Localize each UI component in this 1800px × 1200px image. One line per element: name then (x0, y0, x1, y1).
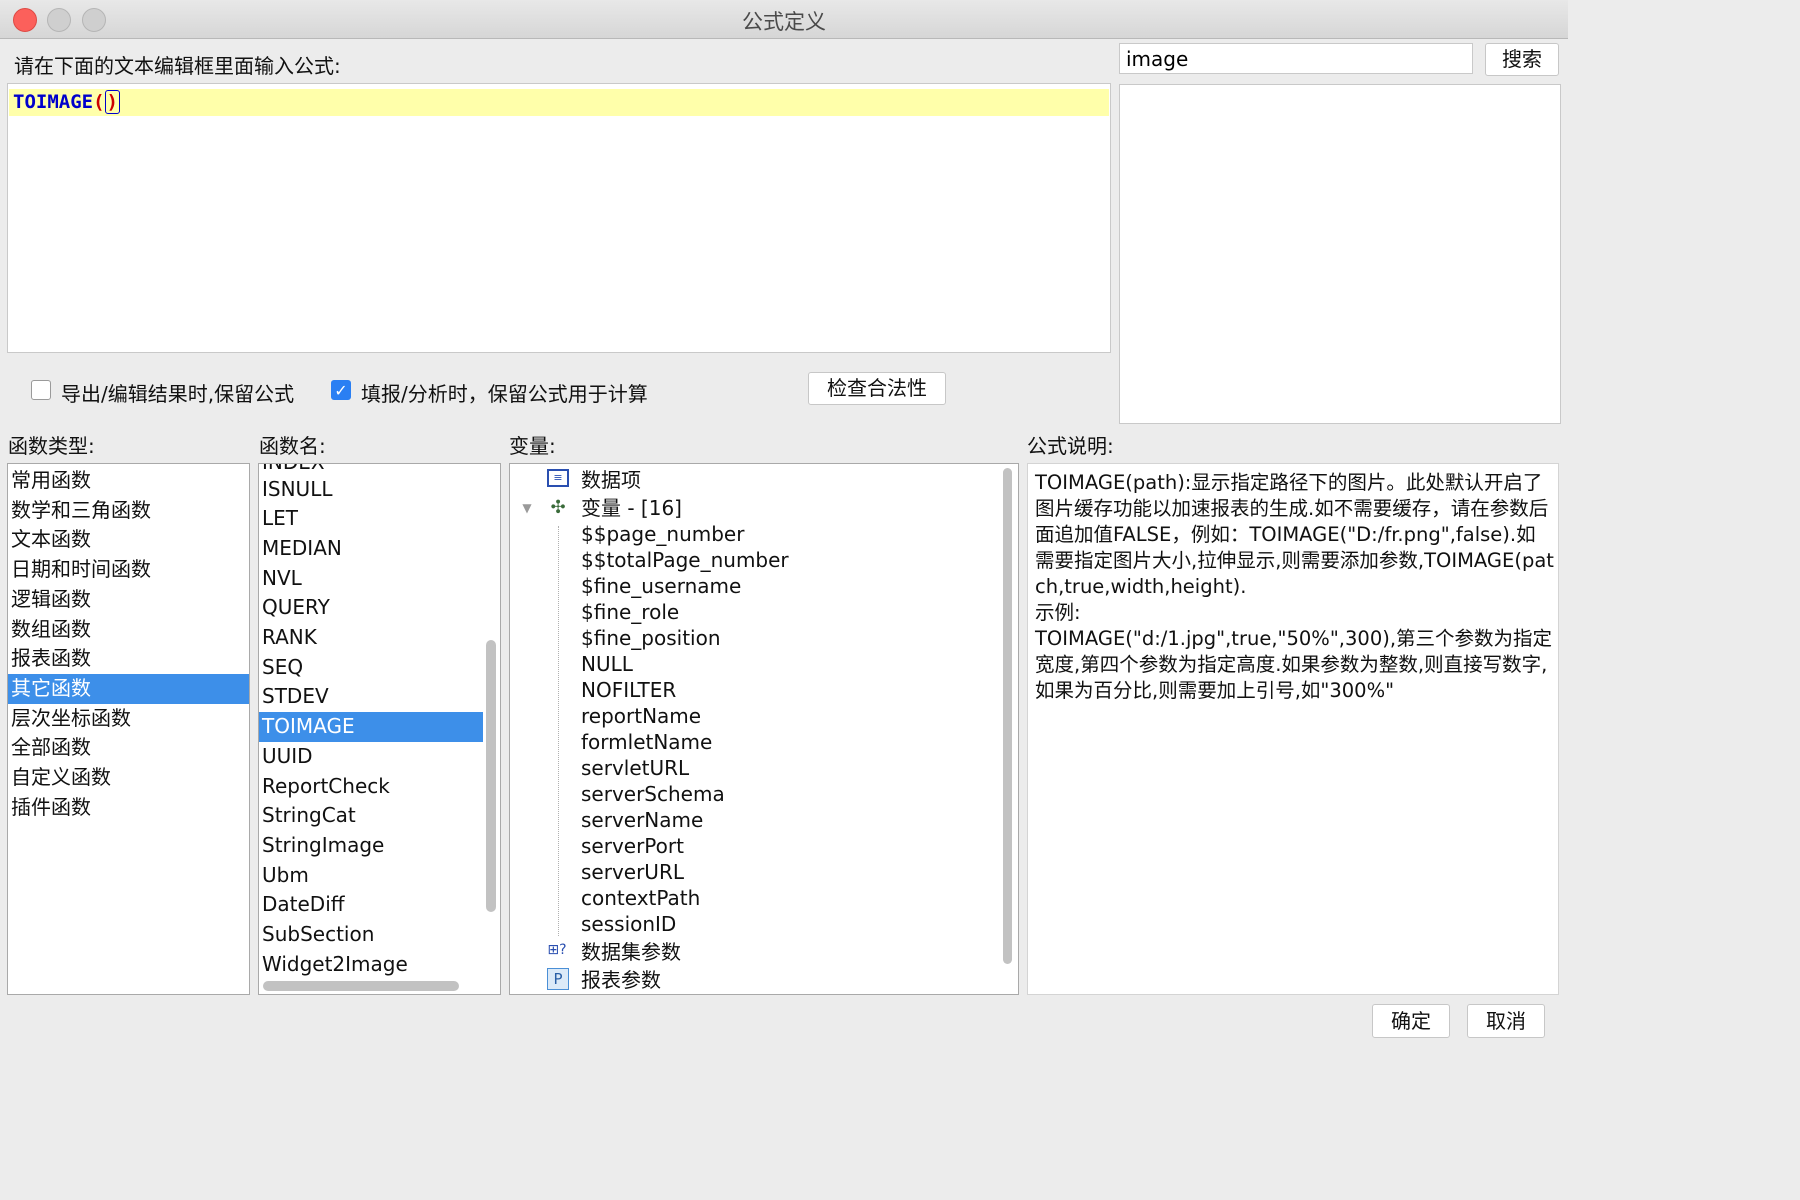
description-panel: TOIMAGE(path):显示指定路径下的图片。此处默认开启了图片缓存功能以加… (1027, 463, 1559, 995)
function-name-item[interactable]: StringImage (259, 831, 384, 861)
function-type-item[interactable]: 层次坐标函数 (8, 704, 131, 734)
function-name-item[interactable]: ISNULL (259, 475, 332, 505)
formula-text[interactable]: TOIMAGE() (13, 89, 120, 116)
function-names-hscrollbar[interactable] (263, 981, 459, 991)
description-text: TOIMAGE(path):显示指定路径下的图片。此处默认开启了图片缓存功能以加… (1035, 471, 1554, 702)
variable-icon: ✣ (550, 497, 566, 518)
search-results-panel[interactable] (1119, 84, 1561, 424)
tree-leaf-variable[interactable]: NULL (581, 651, 633, 677)
function-type-item[interactable]: 自定义函数 (8, 763, 111, 793)
function-name-item[interactable]: SEQ (259, 653, 303, 683)
function-name-item[interactable]: UUID (259, 742, 313, 772)
function-search-input[interactable] (1119, 43, 1473, 74)
tree-leaf-variable[interactable]: serverPort (581, 833, 684, 859)
function-type-item[interactable]: 数学和三角函数 (8, 496, 151, 526)
formula-function-name: TOIMAGE (13, 91, 94, 113)
tree-leaf-variable[interactable]: $$page_number (581, 521, 744, 547)
variables-vscrollbar[interactable] (1003, 468, 1012, 964)
function-names-list[interactable]: INDEX ISNULL LET MEDIAN NVL QUERY RANK S… (258, 463, 501, 995)
tree-leaf-variable[interactable]: $fine_position (581, 625, 721, 651)
chevron-down-icon[interactable]: ▼ (516, 498, 538, 518)
function-type-item[interactable]: 文本函数 (8, 525, 91, 555)
function-type-item[interactable]: 逻辑函数 (8, 585, 91, 615)
function-name-item[interactable]: QUERY (259, 593, 330, 623)
formula-open-paren: ( (93, 91, 105, 113)
function-type-item[interactable]: 数组函数 (8, 615, 91, 645)
tree-leaf-variable[interactable]: NOFILTER (581, 677, 676, 703)
tree-leaf-variable[interactable]: $fine_username (581, 573, 741, 599)
function-type-item[interactable]: 插件函数 (8, 793, 91, 823)
function-name-item[interactable]: LET (259, 504, 298, 534)
cancel-button[interactable]: 取消 (1467, 1004, 1545, 1038)
editor-prompt: 请在下面的文本编辑框里面输入公式: (14, 54, 341, 78)
function-types-header: 函数类型: (8, 434, 95, 458)
tree-leaf-variable[interactable]: reportName (581, 703, 701, 729)
formula-close-paren: ) (104, 90, 120, 114)
function-type-item[interactable]: 日期和时间函数 (8, 555, 151, 585)
keep-formula-checkbox[interactable] (31, 380, 51, 400)
search-button[interactable]: 搜索 (1485, 43, 1559, 76)
function-names-header: 函数名: (259, 434, 326, 458)
tree-leaf-variable[interactable]: $fine_role (581, 599, 679, 625)
checkmark-icon: ✓ (334, 381, 348, 400)
function-name-item[interactable]: NVL (259, 564, 302, 594)
current-line-highlight (9, 89, 1109, 116)
tree-guide-line (558, 526, 559, 936)
tree-node-data-items[interactable]: 数据项 (581, 467, 641, 493)
window-title: 公式定义 (742, 10, 826, 34)
function-name-item[interactable]: MEDIAN (259, 534, 342, 564)
tree-node-variables[interactable]: 变量 - [16] (581, 495, 682, 521)
function-name-item[interactable]: SubSection (259, 920, 374, 950)
function-name-item[interactable]: DateDiff (259, 890, 345, 920)
keep-formula-label: 导出/编辑结果时,保留公式 (61, 382, 295, 406)
tree-leaf-variable[interactable]: serverURL (581, 859, 684, 885)
function-name-item[interactable]: STDEV (259, 682, 329, 712)
function-name-item[interactable]: ReportCheck (259, 772, 390, 802)
param-p-icon: P (547, 968, 569, 990)
function-names-vscrollbar[interactable] (486, 640, 496, 912)
tree-leaf-variable[interactable]: serverSchema (581, 781, 725, 807)
function-name-item[interactable]: Ubm (259, 861, 309, 891)
list-icon: ≡ (547, 469, 569, 487)
variables-tree[interactable]: ≡ 数据项 ▼ ✣ 变量 - [16] $$page_number $$tota… (509, 463, 1019, 995)
function-name-item[interactable]: StringCat (259, 801, 356, 831)
tree-leaf-variable[interactable]: sessionID (581, 911, 676, 937)
formula-editor[interactable]: TOIMAGE() (7, 83, 1111, 353)
check-validity-button[interactable]: 检查合法性 (808, 372, 946, 405)
tree-leaf-variable[interactable]: formletName (581, 729, 712, 755)
tree-leaf-variable[interactable]: serverName (581, 807, 703, 833)
function-type-item-selected[interactable]: 其它函数 (8, 673, 249, 704)
variables-header: 变量: (509, 434, 556, 458)
function-name-item[interactable]: Widget2Image (259, 950, 408, 980)
tree-leaf-variable[interactable]: servletURL (581, 755, 689, 781)
tree-leaf-variable[interactable]: contextPath (581, 885, 700, 911)
description-header: 公式说明: (1027, 434, 1114, 458)
tree-leaf-variable[interactable]: $$totalPage_number (581, 547, 789, 573)
function-name-item-selected[interactable]: TOIMAGE (259, 712, 483, 742)
ok-button[interactable]: 确定 (1372, 1004, 1450, 1038)
function-name-item[interactable]: RANK (259, 623, 317, 653)
dataset-param-icon: ⊞? (547, 942, 567, 958)
function-type-item[interactable]: 全部函数 (8, 733, 91, 763)
function-types-list[interactable]: 常用函数 数学和三角函数 文本函数 日期和时间函数 逻辑函数 数组函数 报表函数… (7, 463, 250, 995)
tree-node-dataset-params[interactable]: 数据集参数 (581, 939, 681, 965)
calc-formula-checkbox[interactable]: ✓ (331, 380, 351, 400)
tree-node-report-params[interactable]: 报表参数 (581, 967, 661, 993)
function-type-item[interactable]: 报表函数 (8, 644, 91, 674)
function-type-item[interactable]: 常用函数 (8, 466, 91, 496)
calc-formula-label: 填报/分析时，保留公式用于计算 (361, 382, 648, 406)
